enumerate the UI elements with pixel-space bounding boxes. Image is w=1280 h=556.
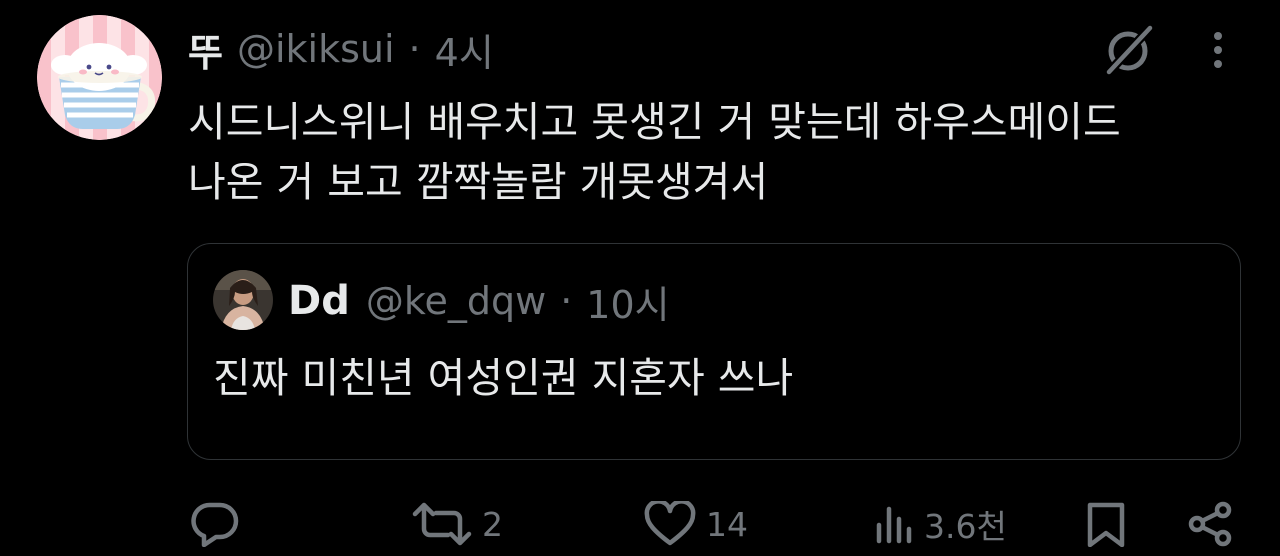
cinnamoroll-teacup-avatar-icon (37, 15, 162, 140)
tweet-text-line: 시드니스위니 배우치고 못생긴 거 맞는데 하우스메이드 (188, 98, 1121, 146)
bookmark-button[interactable] (1084, 494, 1128, 554)
quoted-tweet-card[interactable]: Dd @ke_dqw · 10시 진짜 미친년 여성인권 지혼자 쓰나 (187, 243, 1241, 460)
author-display-name[interactable]: 뚜 (188, 22, 223, 77)
like-button[interactable]: 14 (644, 494, 748, 554)
retweet-count: 2 (482, 504, 503, 544)
more-dots-icon (1214, 32, 1222, 68)
quoted-tweet-timestamp[interactable]: 10시 (586, 274, 669, 329)
author-avatar[interactable] (37, 15, 162, 140)
grok-icon (1105, 24, 1154, 76)
quoted-tweet-text: 진짜 미친년 여성인권 지혼자 쓰나 (213, 354, 794, 402)
reply-button[interactable] (190, 494, 240, 554)
retweet-icon (412, 502, 472, 546)
views-icon (876, 506, 912, 544)
tweet-header: 뚜 @ikiksui · 4시 (188, 22, 494, 76)
heart-icon (644, 501, 696, 546)
grok-button[interactable] (1100, 24, 1158, 76)
more-options-button[interactable] (1198, 24, 1238, 76)
tweet-timestamp[interactable]: 4시 (435, 22, 494, 77)
bookmark-icon (1087, 502, 1125, 547)
views-button[interactable]: 3.6천 (874, 494, 1007, 554)
tweet-action-bar: 2 14 3.6천 (0, 494, 1280, 554)
author-handle[interactable]: @ikiksui (237, 27, 395, 71)
quoted-author-handle[interactable]: @ke_dqw (366, 279, 546, 323)
quoted-author-display-name[interactable]: Dd (288, 278, 350, 324)
quoted-author-avatar[interactable] (213, 270, 273, 330)
reply-icon (191, 502, 239, 547)
separator-dot: · (408, 27, 421, 71)
retweet-button[interactable]: 2 (412, 494, 503, 554)
like-count: 14 (706, 504, 748, 544)
person-photo-avatar-icon (213, 270, 273, 330)
views-count: 3.6천 (924, 507, 1007, 546)
share-button[interactable] (1188, 494, 1234, 554)
separator-dot: · (560, 279, 573, 323)
tweet-text-line: 나온 거 보고 깜짝놀람 개못생겨서 (188, 158, 769, 206)
share-icon (1188, 501, 1232, 547)
quoted-tweet-header: Dd @ke_dqw · 10시 (288, 274, 670, 328)
tweet-text: 시드니스위니 배우치고 못생긴 거 맞는데 하우스메이드 나온 거 보고 깜짝놀… (188, 92, 1258, 212)
